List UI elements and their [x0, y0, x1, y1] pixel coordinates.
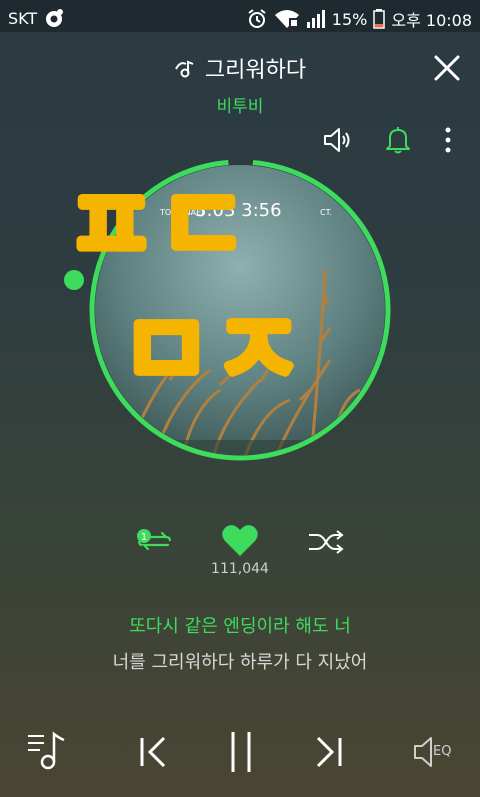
sticker-text-top: ㅍㄷ — [65, 167, 249, 284]
album-art: TOB ZNAEJ CT. 3:03 3:56 ㅍㄷ ㅁㅈ — [62, 160, 391, 461]
sticker-text-bottom: ㅁㅈ — [120, 292, 304, 409]
carrier-label: SKT — [8, 8, 38, 28]
close-icon[interactable] — [432, 53, 462, 83]
battery-percent: 15% — [331, 9, 368, 29]
shuffle-icon[interactable] — [307, 528, 345, 556]
heart-icon[interactable] — [221, 522, 259, 558]
music-note-icon — [174, 60, 194, 78]
repeat-badge: 1 — [141, 532, 147, 543]
cover-text-2: CT. — [320, 208, 332, 217]
song-title: 그리워하다 — [204, 58, 307, 83]
battery-icon — [373, 9, 386, 29]
notification-icon — [46, 9, 64, 27]
eq-button[interactable]: EQ — [413, 734, 459, 770]
lyric-next[interactable]: 너를 그리워하다 하루가 다 지났어 — [0, 648, 480, 674]
eq-label: EQ — [433, 744, 452, 759]
wifi-icon — [274, 10, 299, 28]
clock-time: 오후 10:08 — [391, 11, 472, 30]
artist-name[interactable]: 비투비 — [0, 92, 480, 117]
bell-icon[interactable] — [385, 125, 411, 155]
status-bar: SKT 15% 오후 10:08 — [0, 0, 480, 32]
next-icon[interactable] — [314, 735, 344, 769]
signal-icon — [306, 10, 325, 28]
repeat-one-icon[interactable]: 1 — [136, 527, 174, 555]
more-options-icon[interactable] — [441, 126, 455, 154]
playlist-icon[interactable] — [26, 730, 68, 770]
alarm-icon — [248, 9, 266, 28]
song-title-row: 그리워하다 — [0, 52, 480, 84]
speaker-icon[interactable] — [322, 126, 352, 154]
like-count: 111,044 — [211, 561, 269, 577]
pause-icon[interactable] — [228, 730, 254, 774]
previous-icon[interactable] — [138, 735, 168, 769]
lyric-current[interactable]: 또다시 같은 엔딩이라 해도 너 — [0, 612, 480, 638]
